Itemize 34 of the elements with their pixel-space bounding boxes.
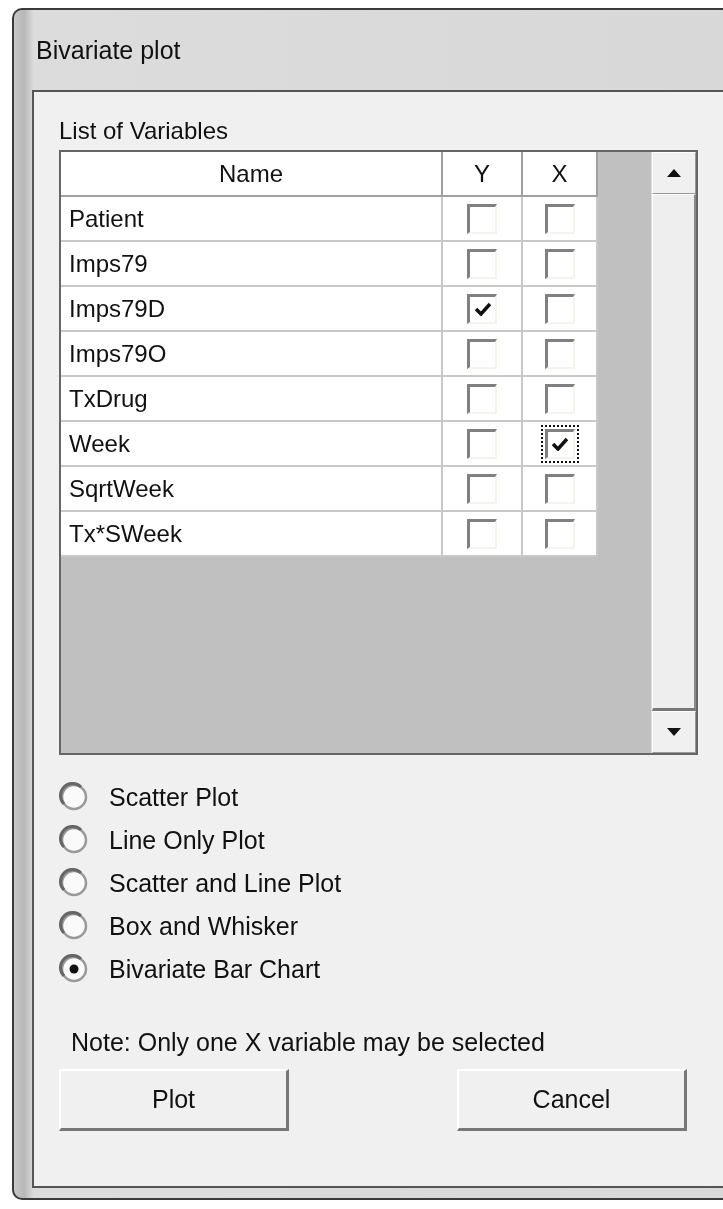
column-header: Name bbox=[61, 152, 443, 197]
radio-label: Scatter Plot bbox=[109, 782, 239, 812]
column-header: X bbox=[523, 152, 598, 197]
variable-name-cell: SqrtWeek bbox=[61, 467, 443, 512]
radio-button[interactable] bbox=[59, 782, 89, 812]
radio-button[interactable] bbox=[59, 911, 89, 941]
variable-name-cell: Imps79O bbox=[61, 332, 443, 377]
variable-name-cell: Imps79D bbox=[61, 287, 443, 332]
check-icon bbox=[474, 302, 491, 316]
scroll-down-button[interactable] bbox=[652, 711, 696, 753]
check-icon bbox=[552, 437, 568, 451]
variable-name-cell: Week bbox=[61, 422, 443, 467]
variable-name-cell: Imps79 bbox=[61, 242, 443, 287]
list-label: List of Variables bbox=[59, 116, 229, 146]
radio-button[interactable] bbox=[59, 954, 89, 984]
radio-label: Line Only Plot bbox=[109, 825, 265, 855]
down-arrow-icon bbox=[667, 728, 682, 736]
window-title: Bivariate plot bbox=[35, 34, 182, 66]
radio-label: Scatter and Line Plot bbox=[109, 868, 342, 898]
radio-button[interactable] bbox=[59, 825, 89, 855]
plot-button[interactable]: Plot bbox=[59, 1069, 289, 1131]
variable-name-cell: TxDrug bbox=[61, 377, 443, 422]
cancel-button[interactable]: Cancel bbox=[457, 1069, 687, 1131]
scrollbar-thumb[interactable] bbox=[652, 194, 696, 711]
variable-name-cell: Tx*SWeek bbox=[61, 512, 443, 557]
radio-button[interactable] bbox=[59, 868, 89, 898]
up-arrow-icon bbox=[667, 169, 682, 177]
note-text: Note: Only one X variable may be selected bbox=[70, 1028, 546, 1057]
variable-name-cell: Patient bbox=[61, 197, 443, 242]
radio-label: Bivariate Bar Chart bbox=[109, 954, 321, 984]
column-header: Y bbox=[443, 152, 523, 197]
scroll-up-button[interactable] bbox=[652, 152, 696, 194]
checkbox[interactable] bbox=[540, 424, 579, 463]
radio-label: Box and Whisker bbox=[109, 911, 298, 941]
